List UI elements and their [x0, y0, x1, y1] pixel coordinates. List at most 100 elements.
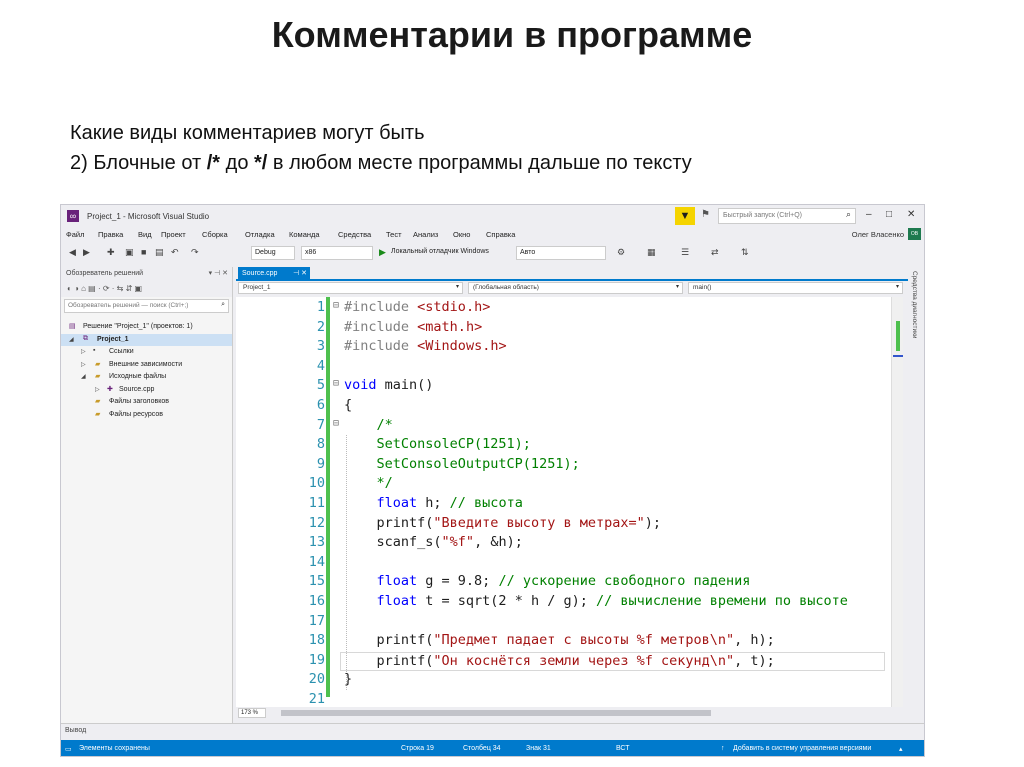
solution-search-input[interactable]: Обозреватель решений — поиск (Ctrl+;) ⌕	[64, 299, 229, 313]
collapse-arrow-icon[interactable]: ▷	[81, 361, 86, 368]
vertical-scrollbar[interactable]	[891, 297, 903, 707]
code-line: 14	[308, 553, 325, 570]
cpp-file-icon: ✚	[107, 385, 113, 393]
code-line: 4	[316, 357, 325, 374]
avatar[interactable]: OB	[908, 228, 921, 240]
menu-build[interactable]: Сборка	[202, 230, 228, 239]
menu-analyze[interactable]: Анализ	[413, 230, 438, 239]
toolbar-extra-icon-4[interactable]: ⇄	[711, 247, 719, 258]
code-line: 13 scanf_s("%f", &h);	[308, 534, 523, 551]
diagnostics-side-tab[interactable]: Средства диагностики	[909, 267, 923, 357]
configuration-select[interactable]: Debug	[251, 246, 295, 260]
tree-item-references[interactable]: ▷ ▪ Ссылки	[61, 346, 232, 359]
solution-explorer-toolbar[interactable]: ◐ ◑ ⌂ ▤ · ⟳ · ⇆ ⇵ ▣	[61, 281, 232, 297]
menu-test[interactable]: Тест	[386, 230, 402, 239]
pin-icon[interactable]: ⊣ ✕	[293, 269, 307, 277]
start-debug-icon[interactable]: ▶	[379, 247, 386, 258]
solution-explorer-header: Обозреватель решений ▾ ⊣ ✕	[61, 267, 232, 281]
code-line: 12 printf("Введите высоту в метрах=");	[308, 514, 661, 531]
menu-team[interactable]: Команда	[289, 230, 320, 239]
save-icon[interactable]: ■	[141, 247, 146, 257]
menu-view[interactable]: Вид	[138, 230, 152, 239]
code-line: 18 printf("Предмет падает с высоты %f ме…	[308, 632, 775, 649]
menu-project[interactable]: Проект	[161, 230, 186, 239]
filter-icon[interactable]: ▼	[675, 207, 695, 225]
folder-icon: ▰	[95, 360, 101, 368]
maximize-button[interactable]: □	[886, 209, 892, 220]
search-icon[interactable]: ⌕	[846, 209, 851, 220]
new-project-icon[interactable]: ✚	[107, 247, 115, 258]
code-line: 1 ⊟ #include <stdio.h>	[316, 299, 491, 315]
tree-item-external-deps[interactable]: ▷ ▰ Внешние зависимости	[61, 359, 232, 372]
user-name[interactable]: Олег Власенко	[852, 230, 904, 239]
horizontal-scrollbar[interactable]: 173 %	[236, 707, 891, 719]
tree-item-header-files[interactable]: ▰ Файлы заголовков	[61, 396, 232, 409]
navigation-bar: Project_1 ▾ (Глобальная область) ▾ main() ▾	[236, 281, 908, 295]
notification-icon[interactable]: ⚑	[701, 209, 710, 220]
nav-project-select[interactable]: Project_1 ▾	[238, 282, 463, 294]
tab-source-cpp[interactable]: Source.cpp ⊣ ✕	[238, 267, 310, 281]
tree-item-solution[interactable]: ▤ Решение "Project_1" (проектов: 1)	[61, 321, 232, 334]
solution-explorer-title: Обозреватель решений	[66, 270, 144, 277]
tree-item-source-cpp[interactable]: ▷ ✚ Source.cpp	[61, 384, 232, 397]
scroll-thumb[interactable]	[281, 710, 711, 716]
menu-edit[interactable]: Правка	[98, 230, 123, 239]
folder-icon: ▰	[95, 410, 101, 418]
add-to-source-control[interactable]: Добавить в систему управления версиями	[733, 745, 871, 752]
panel-controls[interactable]: ▾ ⊣ ✕	[209, 269, 228, 277]
menu-debug[interactable]: Отладка	[245, 230, 275, 239]
code-line: 15 float g = 9.8; // ускорение свободног…	[308, 573, 751, 590]
nav-member-select[interactable]: main() ▾	[688, 282, 903, 294]
collapse-arrow-icon[interactable]: ▷	[95, 386, 100, 393]
toolbar-extra-icon-3[interactable]: ☰	[681, 247, 689, 258]
references-icon: ▪	[93, 347, 96, 354]
save-all-icon[interactable]: ▤	[155, 247, 164, 258]
menu-window[interactable]: Окно	[453, 230, 470, 239]
code-line: 21	[308, 691, 325, 707]
redo-icon[interactable]: ↷	[191, 247, 199, 258]
platform-select[interactable]: x86	[301, 246, 373, 260]
toolbar: ◀ ▶ ✚ ▣ ■ ▤ ↶ ↷ Debug x86 ▶ Локальный от…	[61, 243, 924, 263]
run-mode-select[interactable]: Авто	[516, 246, 606, 260]
back-icon[interactable]: ◀	[69, 247, 76, 258]
close-button[interactable]: ✕	[907, 209, 915, 220]
code-line: 11 float h; // высота	[308, 495, 523, 511]
status-char: Знак 31	[526, 745, 551, 752]
scroll-caret-marker	[893, 355, 903, 357]
tree-item-project[interactable]: ◢ ⧉ Project_1	[61, 333, 232, 346]
tree-item-source-files[interactable]: ◢ ▰ Исходные файлы	[61, 371, 232, 384]
undo-icon[interactable]: ↶	[171, 247, 179, 258]
minimize-button[interactable]: –	[866, 209, 872, 220]
output-panel-tab[interactable]: Вывод	[61, 723, 924, 737]
run-label[interactable]: Локальный отладчик Windows	[391, 248, 489, 255]
toolbar-extra-icon-1[interactable]: ⚙	[617, 247, 625, 258]
code-editor[interactable]: 1 ⊟ #include <stdio.h> 2 #include <math.h> …	[236, 297, 891, 707]
expand-arrow-icon[interactable]: ◢	[81, 373, 86, 380]
open-icon[interactable]: ▣	[125, 247, 134, 258]
nav-scope-select[interactable]: (Глобальная область) ▾	[468, 282, 683, 294]
code-line: 20}	[308, 671, 353, 688]
upload-icon[interactable]: ↑	[721, 745, 725, 752]
menu-tools[interactable]: Средства	[338, 230, 371, 239]
folder-icon: ▰	[95, 373, 101, 380]
folder-icon: ▰	[95, 398, 101, 405]
code-line: 16 float t = sqrt(2 * h / g); // вычисле…	[308, 593, 848, 609]
quick-launch-input[interactable]: Быстрый запуск (Ctrl+Q)	[718, 208, 856, 224]
code-line: 9 SetConsoleOutputCP(1251);	[316, 455, 580, 472]
code-line: 17	[308, 612, 325, 629]
zoom-select[interactable]: 173 %	[238, 708, 266, 718]
solution-tree: ▤ Решение "Project_1" (проектов: 1) ◢ ⧉ …	[61, 321, 232, 421]
slide-line-1: Какие виды комментариев могут быть	[70, 122, 425, 144]
toolbar-extra-icon-5[interactable]: ⇅	[741, 247, 749, 258]
menu-file[interactable]: Файл	[66, 230, 84, 239]
forward-icon[interactable]: ▶	[83, 247, 90, 258]
tree-item-resource-files[interactable]: ▰ Файлы ресурсов	[61, 409, 232, 422]
menu-help[interactable]: Справка	[486, 230, 515, 239]
search-icon[interactable]: ⌕	[221, 301, 225, 309]
collapse-arrow-icon[interactable]: ▷	[81, 348, 86, 355]
toolbar-extra-icon-2[interactable]: ▦	[647, 247, 656, 258]
status-message: Элементы сохранены	[79, 745, 150, 752]
chevron-up-icon[interactable]: ▴	[899, 745, 903, 753]
status-icon: ▭	[65, 746, 72, 753]
expand-arrow-icon[interactable]: ◢	[69, 336, 74, 343]
